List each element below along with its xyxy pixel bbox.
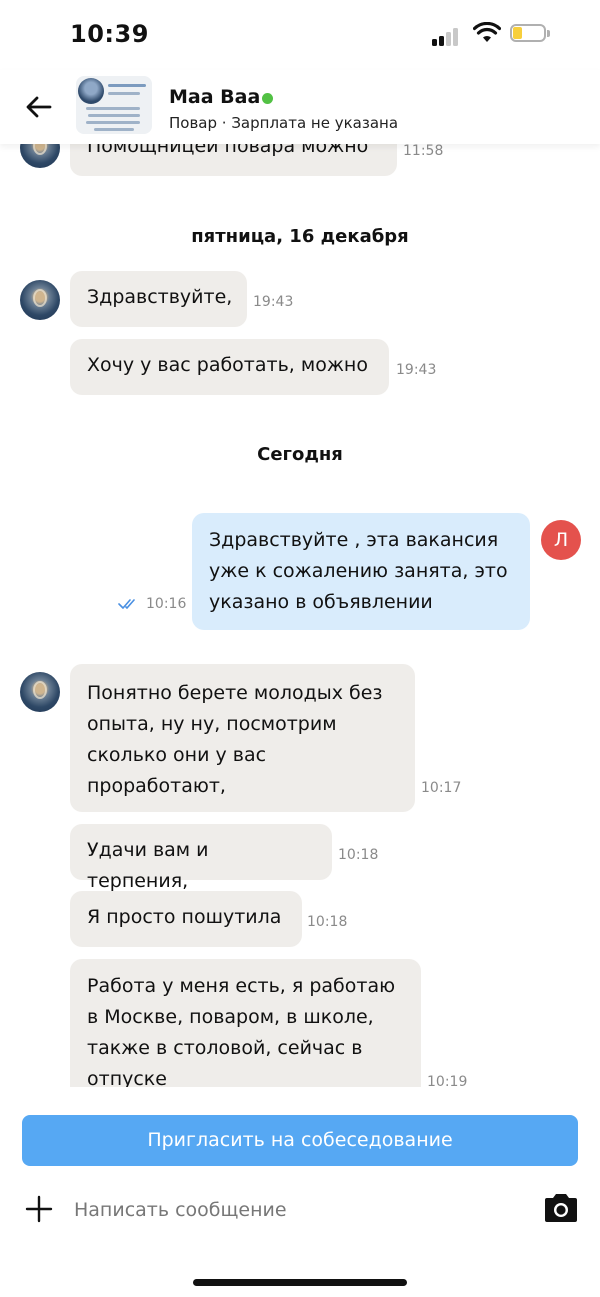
message-time: 19:43 bbox=[396, 362, 437, 378]
message-text: Здравствуйте , эта вакансия уже к сожале… bbox=[209, 529, 508, 613]
message-time: 19:43 bbox=[253, 294, 294, 310]
home-indicator bbox=[193, 1279, 407, 1286]
bottom-panel: Пригласить на собеседование bbox=[0, 1087, 600, 1297]
contact-avatar bbox=[20, 280, 60, 320]
message-bubble[interactable]: Здравствуйте , эта вакансия уже к сожале… bbox=[192, 513, 530, 630]
message-bubble[interactable]: Работа у меня есть, я работаю в Москве, … bbox=[70, 959, 421, 1087]
message-time: 10:18 bbox=[338, 847, 379, 863]
contact-avatar bbox=[20, 144, 60, 168]
message-time: 10:16 bbox=[146, 596, 187, 612]
message-time: 10:18 bbox=[307, 914, 348, 930]
message-bubble[interactable]: Я просто пошутила bbox=[70, 891, 302, 947]
status-time: 10:39 bbox=[70, 20, 149, 48]
status-bar: 10:39 bbox=[0, 0, 600, 70]
chat-header: Маа Ваа Повар · Зарплата не указана bbox=[0, 70, 600, 144]
date-separator: Сегодня bbox=[257, 444, 343, 465]
wifi-icon bbox=[473, 22, 501, 42]
battery-icon bbox=[510, 24, 550, 44]
message-bubble[interactable]: Хочу у вас работать, можно bbox=[70, 339, 389, 395]
message-text: Работа у меня есть, я работаю в Москве, … bbox=[87, 975, 396, 1087]
message-bubble[interactable]: Помощницей повара можно bbox=[70, 144, 397, 176]
camera-icon[interactable] bbox=[542, 1192, 580, 1224]
message-text: Помощницей повара можно bbox=[87, 144, 369, 157]
arrow-left-icon[interactable] bbox=[22, 90, 56, 124]
double-check-icon bbox=[118, 599, 135, 609]
message-text: Я просто пошутила bbox=[87, 906, 282, 928]
message-text: Удачи вам и терпения, bbox=[87, 839, 209, 892]
chat-messages[interactable]: Помощницей повара можно 11:58 пятница, 1… bbox=[0, 144, 600, 1087]
online-status-dot bbox=[262, 93, 273, 104]
my-avatar: Л bbox=[541, 520, 581, 560]
invite-to-interview-button[interactable]: Пригласить на собеседование bbox=[22, 1115, 578, 1166]
contact-name[interactable]: Маа Ваа bbox=[169, 86, 260, 108]
message-time: 10:17 bbox=[421, 780, 462, 796]
message-bubble[interactable]: Здравствуйте, bbox=[70, 271, 247, 327]
message-text: Здравствуйте, bbox=[87, 286, 233, 308]
message-time: 10:19 bbox=[427, 1074, 468, 1087]
message-text: Хочу у вас работать, можно bbox=[87, 354, 368, 376]
message-bubble[interactable]: Удачи вам и терпения, bbox=[70, 824, 332, 892]
cellular-signal-icon bbox=[432, 26, 462, 46]
date-separator: пятница, 16 декабря bbox=[191, 226, 409, 247]
message-time: 11:58 bbox=[403, 144, 444, 159]
contact-avatar bbox=[20, 672, 60, 712]
message-text: Понятно берете молодых без опыта, ну ну,… bbox=[87, 682, 383, 797]
message-bubble[interactable]: Понятно берете молодых без опыта, ну ну,… bbox=[70, 664, 415, 812]
vacancy-avatar[interactable] bbox=[76, 76, 152, 134]
plus-icon[interactable] bbox=[24, 1194, 54, 1224]
vacancy-subtitle: Повар · Зарплата не указана bbox=[169, 114, 399, 132]
message-input[interactable] bbox=[74, 1193, 514, 1227]
